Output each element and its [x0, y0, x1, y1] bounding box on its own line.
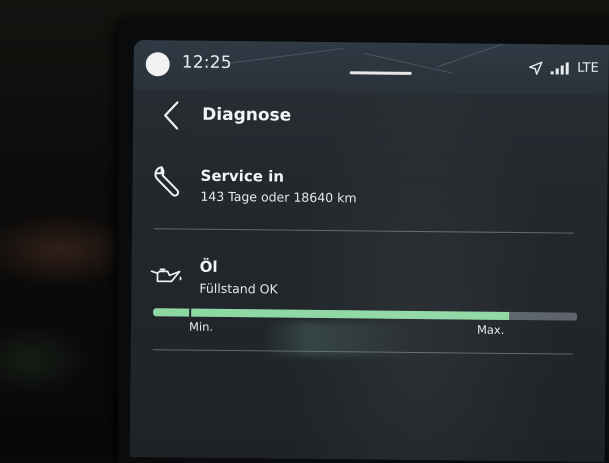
oil-gauge-fill	[153, 308, 510, 320]
network-type: LTE	[577, 60, 599, 76]
wrench-icon	[154, 166, 180, 197]
page-title: Diagnose	[202, 104, 292, 126]
oil-max-label: Max.	[476, 322, 505, 337]
profile-avatar[interactable]	[145, 52, 170, 77]
back-button[interactable]	[157, 98, 187, 132]
oil-status: Füllstand OK	[199, 280, 278, 297]
oil-can-icon	[150, 268, 182, 283]
service-detail: 143 Tage oder 18640 km	[200, 188, 357, 206]
map-road-line	[224, 47, 344, 65]
status-indicators: LTE	[529, 60, 599, 76]
oil-title: Öl	[199, 257, 218, 276]
oil-min-label: Min.	[188, 319, 214, 334]
oil-level-gauge	[153, 306, 578, 321]
status-clock: 12:25	[181, 52, 232, 74]
service-title: Service in	[200, 166, 285, 186]
screen-glare	[269, 41, 574, 462]
navigation-arrow-icon	[529, 61, 543, 75]
row-divider	[154, 228, 575, 234]
map-road-line	[435, 40, 512, 68]
chevron-left-icon	[164, 101, 179, 130]
status-bar: 12:25 LTE	[133, 40, 609, 95]
oil-gauge-min-marker	[189, 306, 192, 319]
pull-down-handle[interactable]	[349, 71, 412, 75]
signal-bars-icon	[551, 62, 570, 75]
infotainment-screen: 12:25 LTE Diagnose Service in 143 Tage o…	[129, 40, 609, 462]
